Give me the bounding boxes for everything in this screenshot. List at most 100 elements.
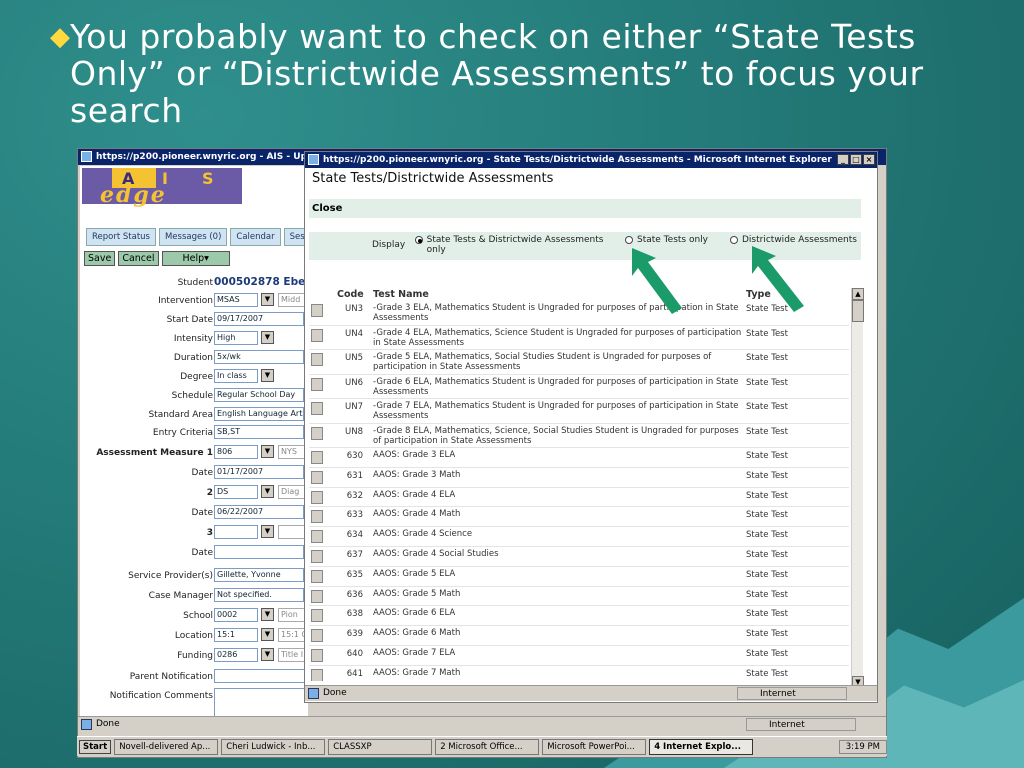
table-row[interactable]: 632 AAOS: Grade 4 ELA State Test (309, 488, 849, 508)
field-input[interactable] (214, 669, 308, 683)
table-row[interactable]: 639 AAOS: Grade 6 Math State Test (309, 626, 849, 646)
field-input[interactable]: Gillette, Yvonne (214, 568, 304, 582)
field-input[interactable]: High (214, 331, 258, 345)
table-row[interactable]: 630 AAOS: Grade 3 ELA State Test (309, 448, 849, 468)
field-input[interactable] (214, 688, 308, 718)
row-select-button[interactable] (311, 328, 323, 342)
field-input[interactable]: 0002 (214, 608, 258, 622)
row-type: State Test (746, 569, 788, 580)
save-button[interactable]: Save (84, 251, 116, 266)
table-row[interactable]: UN4 -Grade 4 ELA, Mathematics, Science St… (309, 326, 849, 350)
dropdown-arrow-icon[interactable]: ▼ (261, 648, 274, 661)
scroll-thumb[interactable] (852, 300, 864, 322)
dropdown-arrow-icon[interactable]: ▼ (261, 485, 274, 498)
field-input[interactable]: 15:1 (214, 628, 258, 642)
field-input[interactable]: 806 (214, 445, 258, 459)
field-input[interactable]: DS (214, 485, 258, 499)
row-select-button[interactable] (311, 353, 323, 366)
col-test-name: Test Name (373, 289, 429, 300)
table-row[interactable]: 636 AAOS: Grade 5 Math State Test (309, 587, 849, 607)
table-row[interactable]: 635 AAOS: Grade 5 ELA State Test (309, 567, 849, 587)
popup-statusbar: Done Internet (305, 685, 877, 701)
field-input[interactable]: 06/22/2007 (214, 505, 304, 519)
start-button[interactable]: Start (79, 739, 112, 754)
row-select-button[interactable] (311, 569, 323, 583)
table-row[interactable]: 637 AAOS: Grade 4 Social Studies State Tes… (309, 547, 849, 567)
table-row[interactable]: 633 AAOS: Grade 4 Math State Test (309, 507, 849, 528)
scroll-up-icon[interactable]: ▲ (852, 288, 864, 300)
field-input[interactable]: English Language Arts (214, 407, 304, 421)
row-type: State Test (746, 549, 788, 560)
field-label: Notification Comments (109, 691, 213, 701)
table-row[interactable]: 634 AAOS: Grade 4 Science State Test (309, 527, 849, 547)
table-row[interactable]: UN6 -Grade 6 ELA, Mathematics Student is … (309, 375, 849, 399)
row-select-button[interactable] (311, 530, 323, 544)
dropdown-arrow-icon[interactable]: ▼ (261, 331, 274, 344)
table-row[interactable]: 640 AAOS: Grade 7 ELA State Test (309, 646, 849, 666)
row-select-button[interactable] (311, 629, 323, 643)
dropdown-arrow-icon[interactable]: ▼ (261, 525, 274, 538)
field-input[interactable]: 0286 (214, 648, 258, 662)
close-window-button[interactable]: × (863, 154, 875, 165)
table-row[interactable]: 641 AAOS: Grade 7 Math State Test (309, 666, 849, 681)
table-row[interactable]: UN8 -Grade 8 ELA, Mathematics, Science, S… (309, 424, 849, 448)
field-input[interactable]: 5x/wk (214, 350, 304, 364)
field-input[interactable]: SB,ST (214, 425, 304, 439)
row-select-button[interactable] (311, 304, 323, 317)
tab-messages[interactable]: Messages (0) (158, 228, 228, 246)
maximize-button[interactable]: □ (850, 154, 862, 165)
field-input[interactable]: 01/17/2007 (214, 465, 304, 479)
dropdown-arrow-icon[interactable]: ▼ (261, 369, 274, 382)
row-select-button[interactable] (311, 451, 323, 464)
row-select-button[interactable] (311, 470, 323, 484)
form-row: Standard Area English Language Arts (80, 406, 308, 424)
row-select-button[interactable] (311, 549, 323, 563)
row-type: State Test (746, 353, 788, 363)
dropdown-arrow-icon[interactable]: ▼ (261, 628, 274, 641)
minimize-button[interactable]: _ (837, 154, 849, 165)
help-button[interactable]: Help▾ (161, 251, 230, 266)
row-select-button[interactable] (311, 510, 323, 524)
row-type: State Test (746, 328, 788, 339)
field-input[interactable]: In class (214, 369, 258, 383)
row-select-button[interactable] (311, 426, 323, 440)
field-input[interactable] (214, 545, 304, 559)
field-input[interactable]: Not specified. (214, 588, 304, 602)
taskbar-item[interactable]: Cheri Ludwick - Inb... (221, 738, 326, 755)
row-select-button[interactable] (311, 609, 323, 623)
field-input[interactable] (214, 525, 258, 539)
row-select-button[interactable] (311, 668, 323, 681)
field-label: Entry Criteria (152, 428, 213, 438)
taskbar-item[interactable]: 2 Microsoft Office... (435, 738, 540, 755)
row-select-button[interactable] (311, 589, 323, 603)
arrow-state-tests-icon (632, 248, 682, 314)
taskbar-item-active[interactable]: 4 Internet Explo... (649, 738, 754, 755)
row-select-button[interactable] (311, 402, 323, 415)
table-row[interactable]: 638 AAOS: Grade 6 ELA State Test (309, 606, 849, 627)
radio-all[interactable]: State Tests & Districtwide Assessments o… (415, 235, 615, 255)
taskbar-item[interactable]: Novell-delivered Ap... (114, 738, 219, 755)
table-row[interactable]: UN5 -Grade 5 ELA, Mathematics, Social Stu… (309, 350, 849, 375)
row-type: State Test (746, 470, 788, 481)
table-row[interactable]: 631 AAOS: Grade 3 Math State Test (309, 468, 849, 488)
table-scrollbar[interactable]: ▲ ▼ (851, 288, 864, 688)
dropdown-arrow-icon[interactable]: ▼ (261, 445, 274, 458)
page-icon (308, 688, 319, 699)
field-input[interactable]: MSAS (214, 293, 258, 307)
table-row[interactable]: UN7 -Grade 7 ELA, Mathematics Student is … (309, 399, 849, 424)
tab-report-status[interactable]: Report Status (86, 228, 156, 246)
tab-calendar[interactable]: Calendar (230, 228, 281, 246)
taskbar-item[interactable]: CLASSXP (328, 738, 433, 755)
close-link[interactable]: Close (312, 203, 342, 214)
row-select-button[interactable] (311, 648, 323, 662)
dropdown-arrow-icon[interactable]: ▼ (261, 608, 274, 621)
field-input[interactable]: Regular School Day (214, 388, 304, 402)
cancel-button[interactable]: Cancel (118, 251, 159, 266)
row-type: State Test (746, 668, 788, 679)
form-row: School 0002 ▼ Pion (80, 607, 308, 625)
taskbar-item[interactable]: Microsoft PowerPoi... (542, 738, 647, 755)
row-select-button[interactable] (311, 377, 323, 391)
field-input[interactable]: 09/17/2007 (214, 312, 304, 326)
dropdown-arrow-icon[interactable]: ▼ (261, 293, 274, 306)
row-select-button[interactable] (311, 490, 323, 504)
